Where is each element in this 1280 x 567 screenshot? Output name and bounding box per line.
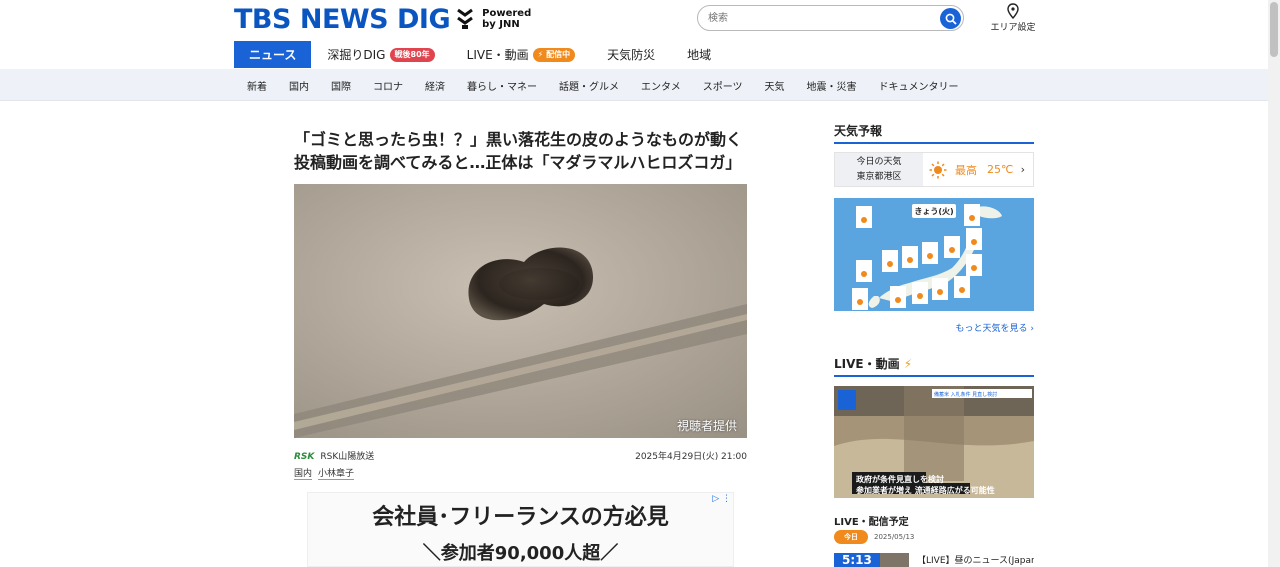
area-settings-label: エリア設定: [990, 23, 1036, 33]
article-tags: 国内 小林章子: [294, 466, 360, 480]
sub-nav-item[interactable]: コロナ: [362, 78, 414, 93]
advertisement[interactable]: ▷ ⋮ 会社員･フリーランスの方必見 ＼参加者90,000人超／: [307, 492, 734, 567]
search-box: [697, 5, 964, 31]
schedule-date-row: 今日 2025/05/13: [834, 530, 914, 544]
live-heading: LIVE・動画 ⚡: [834, 355, 1034, 377]
schedule-heading: LIVE・配信予定: [834, 517, 909, 528]
sub-nav-item[interactable]: ドキュメンタリー: [868, 78, 970, 93]
search-button[interactable]: [940, 8, 961, 29]
location-pin-icon: [1007, 3, 1019, 19]
live-banner: 備蓄米 入札条件 見直し検討: [934, 391, 997, 398]
weather-high-value: 25℃: [987, 163, 1014, 176]
live-caption-1: 政府が条件見直しを検討: [856, 475, 944, 484]
schedule-thumb-image: [880, 553, 909, 567]
weather-high-label: 最高: [955, 163, 977, 177]
logo-mark-icon: [456, 7, 474, 31]
ad-subline: ＼参加者90,000人超／: [422, 543, 619, 564]
logo-text: TBS NEWS DIG: [234, 3, 451, 35]
weather-forecast: 最高 25℃ ›: [923, 153, 1033, 186]
schedule-title: 【LIVE】昼のニュース(Japan: [917, 556, 1034, 566]
japan-map-image: きょう(火): [834, 198, 1034, 311]
article-photo[interactable]: 視聴者提供: [294, 184, 747, 438]
sub-nav-item[interactable]: 国際: [320, 78, 362, 93]
sub-nav-item[interactable]: 経済: [414, 78, 456, 93]
weather-map[interactable]: きょう(火): [834, 198, 1034, 311]
publish-date: 2025年4月29日(火) 21:00: [635, 452, 747, 462]
weather-section: 天気予報: [834, 122, 1034, 144]
rsk-logo: RSK: [294, 452, 315, 462]
sub-nav-item[interactable]: 地震・災害: [796, 78, 868, 93]
lightning-icon: ⚡: [903, 357, 913, 371]
main-nav-weather[interactable]: 天気防災: [591, 41, 671, 68]
sub-nav-item[interactable]: エンタメ: [630, 78, 692, 93]
main-nav-region[interactable]: 地域: [671, 41, 727, 68]
sub-nav: 新着 国内 国際 コロナ 経済 暮らし・マネー 話題・グルメ エンタメ スポーツ…: [0, 69, 1268, 101]
article-title: 「ゴミと思ったら虫！？」黒い落花生の皮のようなものが動く 投稿動画を調べてみると……: [294, 130, 743, 172]
article-meta: RSK RSK山陽放送 2025年4月29日(火) 21:00: [294, 449, 747, 463]
sub-nav-item[interactable]: 暮らし・マネー: [456, 78, 548, 93]
badge-live: ⚡ 配信中: [532, 47, 576, 62]
schedule-date: 2025/05/13: [874, 533, 915, 541]
moth-larva-image: [294, 184, 747, 438]
weather-location: 今日の天気 東京都港区: [835, 153, 923, 186]
main-nav-dig[interactable]: 深掘りDIG 戦後80年: [311, 41, 450, 68]
sub-nav-item[interactable]: 話題・グルメ: [548, 78, 630, 93]
weather-heading: 天気予報: [834, 122, 1034, 144]
article-header: 「ゴミと思ったら虫！？」黒い落花生の皮のようなものが動く 投稿動画を調べてみると……: [294, 128, 747, 174]
source-name[interactable]: RSK山陽放送: [320, 452, 374, 462]
sub-nav-item[interactable]: 国内: [278, 78, 320, 93]
tag-link[interactable]: 国内: [294, 469, 313, 480]
badge-80th: 戦後80年: [389, 47, 435, 62]
site-header: TBS NEWS DIG Poweredby JNN エリア設定: [0, 0, 1268, 40]
ad-headline: 会社員･フリーランスの方必見: [372, 505, 669, 530]
chevron-right-icon: ›: [1020, 163, 1025, 176]
weather-widget[interactable]: 今日の天気 東京都港区 最高 25℃ ›: [834, 152, 1034, 187]
main-nav-news[interactable]: ニュース: [234, 41, 312, 68]
search-icon: [945, 13, 957, 25]
search-input[interactable]: [708, 8, 928, 28]
sub-nav-item[interactable]: 新着: [236, 78, 278, 93]
live-section: LIVE・動画 ⚡: [834, 355, 1034, 377]
sub-nav-item[interactable]: スポーツ: [692, 78, 754, 93]
photo-credit: 視聴者提供: [676, 419, 737, 433]
live-video-thumbnail[interactable]: 備蓄米 入札条件 見直し検討 政府が条件見直しを検討 参加業者が増え 流通経路広…: [834, 386, 1034, 498]
sun-icon: [929, 161, 947, 178]
tag-link[interactable]: 小林章子: [318, 469, 355, 480]
scrollbar-thumb[interactable]: [1270, 2, 1278, 57]
site-logo[interactable]: TBS NEWS DIG Powered by JNN: [234, 2, 531, 36]
scrollbar[interactable]: [1268, 0, 1280, 567]
main-nav: ニュース 深掘りDIG 戦後80年 LIVE・動画 ⚡ 配信中 天気防災 地域: [234, 41, 727, 68]
more-weather-link[interactable]: もっと天気を見る ›: [834, 321, 1034, 334]
schedule-item[interactable]: 5:13 【LIVE】昼のニュース(Japan: [834, 553, 1034, 567]
sub-nav-item[interactable]: 天気: [754, 78, 796, 93]
lightning-icon: ⚡: [537, 49, 544, 59]
main-nav-live[interactable]: LIVE・動画 ⚡ 配信中: [451, 41, 591, 68]
map-day-label: きょう(火): [914, 207, 953, 216]
today-badge: 今日: [834, 530, 868, 544]
live-caption-2: 参加業者が増え 流通経路広がる可能性: [856, 486, 995, 495]
powered-by-jnn: Powered by JNN: [482, 8, 532, 30]
area-settings-button[interactable]: エリア設定: [990, 3, 1036, 33]
